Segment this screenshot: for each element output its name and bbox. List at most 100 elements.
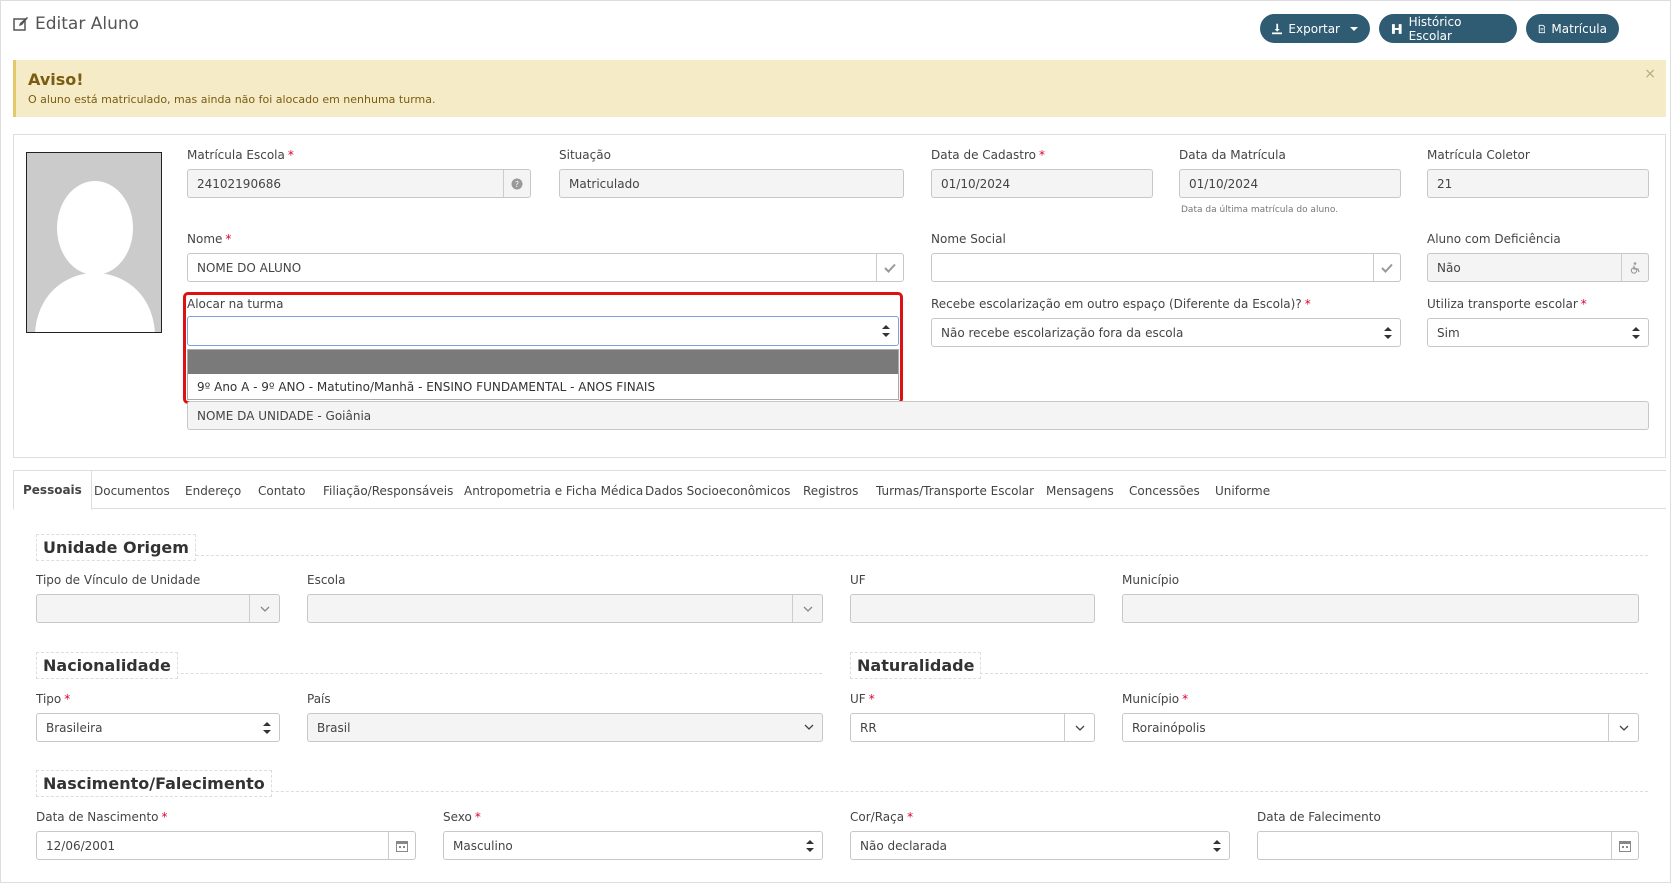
tab-documentos[interactable]: Documentos [94, 471, 170, 510]
school-history-button[interactable]: Histórico Escolar [1379, 14, 1517, 43]
check-icon [876, 254, 903, 281]
sexo-value: Masculino [453, 838, 513, 853]
tab-uniforme[interactable]: Uniforme [1215, 471, 1270, 510]
deficiencia-label: Aluno com Deficiência [1427, 232, 1561, 246]
nacionalidade-tipo-select[interactable]: Brasileira [36, 713, 280, 742]
data-matricula-input[interactable]: 01/10/2024 [1179, 169, 1401, 198]
matricula-escola-value: 24102190686 [197, 176, 281, 191]
warning-alert: Aviso! O aluno está matriculado, mas ain… [13, 60, 1666, 117]
naturalidade-legend: Naturalidade [850, 652, 982, 679]
escolarizacao-select[interactable]: Não recebe escolarização fora da escola [931, 318, 1401, 347]
chevron-down-icon [804, 721, 814, 735]
turma-option-9ano[interactable]: 9º Ano A - 9º ANO - Matutino/Manhã - ENS… [197, 380, 655, 394]
help-icon[interactable]: ? [503, 170, 530, 197]
tipo-vinculo-select[interactable] [36, 594, 280, 623]
chevron-down-icon [792, 595, 822, 622]
calendar-icon[interactable] [388, 832, 415, 859]
naturalidade-uf-select[interactable]: RR [850, 713, 1095, 742]
sexo-label: Sexo * [443, 810, 481, 824]
escolarizacao-value: Não recebe escolarização fora da escola [941, 325, 1184, 340]
h-icon [1391, 23, 1402, 34]
escola-origem-select[interactable] [307, 594, 823, 623]
pais-select[interactable]: Brasil [307, 713, 823, 742]
situacao-input[interactable]: Matriculado [559, 169, 904, 198]
uf-origem-input[interactable] [850, 594, 1095, 623]
section-divider [36, 791, 1648, 792]
turma-option-empty[interactable] [188, 350, 898, 374]
nome-label: Nome * [187, 232, 232, 246]
export-button[interactable]: Exportar [1260, 14, 1370, 43]
tab-pessoais[interactable]: Pessoais [13, 470, 92, 510]
caret-down-icon [1350, 26, 1358, 31]
cor-raca-label: Cor/Raça * [850, 810, 914, 824]
uf-origem-label: UF [850, 573, 866, 587]
data-matricula-label: Data da Matrícula [1179, 148, 1286, 162]
tab-contato[interactable]: Contato [258, 471, 305, 510]
section-divider [36, 555, 1648, 556]
alert-title: Aviso! [28, 70, 84, 89]
escola-origem-label: Escola [307, 573, 346, 587]
tab-socioeconomicos[interactable]: Dados Socioeconômicos [645, 471, 790, 510]
data-falecimento-input[interactable] [1257, 831, 1639, 860]
tab-concessoes[interactable]: Concessões [1129, 471, 1200, 510]
cor-raca-select[interactable]: Não declarada [850, 831, 1230, 860]
student-photo[interactable] [26, 152, 162, 333]
tab-turmas-transporte[interactable]: Turmas/Transporte Escolar [876, 471, 1034, 510]
deficiencia-input[interactable]: Não [1427, 253, 1649, 282]
nome-value: NOME DO ALUNO [197, 260, 302, 275]
chevron-down-icon [1608, 714, 1638, 741]
municipio-origem-label: Município [1122, 573, 1180, 587]
tab-antropometria[interactable]: Antropometria e Ficha Médica [464, 471, 643, 510]
sexo-select[interactable]: Masculino [443, 831, 823, 860]
close-icon[interactable]: × [1644, 66, 1656, 82]
svg-text:?: ? [515, 180, 519, 189]
alert-text: O aluno está matriculado, mas ainda não … [28, 93, 436, 106]
pais-value: Brasil [317, 720, 351, 735]
pais-label: País [307, 692, 331, 706]
naturalidade-uf-label: UF * [850, 692, 875, 706]
page-title: Editar Aluno [13, 14, 139, 34]
naturalidade-municipio-label: Município * [1122, 692, 1189, 706]
naturalidade-uf-value: RR [860, 720, 877, 735]
municipio-origem-input[interactable] [1122, 594, 1639, 623]
tab-mensagens[interactable]: Mensagens [1046, 471, 1114, 510]
nome-input[interactable]: NOME DO ALUNO [187, 253, 904, 282]
avatar-placeholder-icon [27, 153, 161, 332]
tab-registros[interactable]: Registros [803, 471, 858, 510]
matricula-escola-input[interactable]: 24102190686 ? [187, 169, 531, 198]
updown-icon [1384, 326, 1392, 339]
tab-filiacao[interactable]: Filiação/Responsáveis [323, 471, 453, 510]
nacionalidade-tipo-value: Brasileira [46, 720, 103, 735]
enrollment-button[interactable]: Matrícula [1526, 14, 1619, 43]
turma-select[interactable] [187, 316, 899, 346]
data-cadastro-input[interactable]: 01/10/2024 [931, 169, 1153, 198]
calendar-icon[interactable] [1611, 832, 1638, 859]
updown-icon [1213, 839, 1221, 852]
school-history-label: Histórico Escolar [1408, 14, 1462, 43]
data-matricula-help: Data da última matrícula do aluno. [1181, 205, 1339, 215]
updown-icon [1632, 326, 1640, 339]
naturalidade-municipio-select[interactable]: Rorainópolis [1122, 713, 1639, 742]
nome-social-label: Nome Social [931, 232, 1006, 246]
enrollment-label: Matrícula [1551, 21, 1607, 36]
data-falecimento-label: Data de Falecimento [1257, 810, 1381, 824]
matricula-escola-label: Matrícula Escola * [187, 148, 294, 162]
nome-social-input[interactable] [931, 253, 1401, 282]
nacionalidade-tipo-label: Tipo * [36, 692, 71, 706]
download-icon [1272, 23, 1283, 34]
situacao-label: Situação [559, 148, 611, 162]
transporte-select[interactable]: Sim [1427, 318, 1649, 347]
cor-raca-value: Não declarada [860, 838, 948, 853]
chevron-down-icon [249, 595, 279, 622]
updown-icon [882, 325, 890, 337]
unidade-input[interactable]: NOME DA UNIDADE - Goiânia [187, 401, 1649, 430]
turma-options-list[interactable]: 9º Ano A - 9º ANO - Matutino/Manhã - ENS… [187, 349, 899, 400]
nacionalidade-legend: Nacionalidade [36, 652, 178, 679]
data-nascimento-label: Data de Nascimento * [36, 810, 168, 824]
tab-endereco[interactable]: Endereço [185, 471, 241, 510]
matricula-coletor-label: Matrícula Coletor [1427, 148, 1530, 162]
matricula-coletor-input[interactable]: 21 [1427, 169, 1649, 198]
nascimento-legend: Nascimento/Falecimento [36, 770, 272, 797]
chevron-down-icon [1064, 714, 1094, 741]
data-nascimento-input[interactable]: 12/06/2001 [36, 831, 416, 860]
